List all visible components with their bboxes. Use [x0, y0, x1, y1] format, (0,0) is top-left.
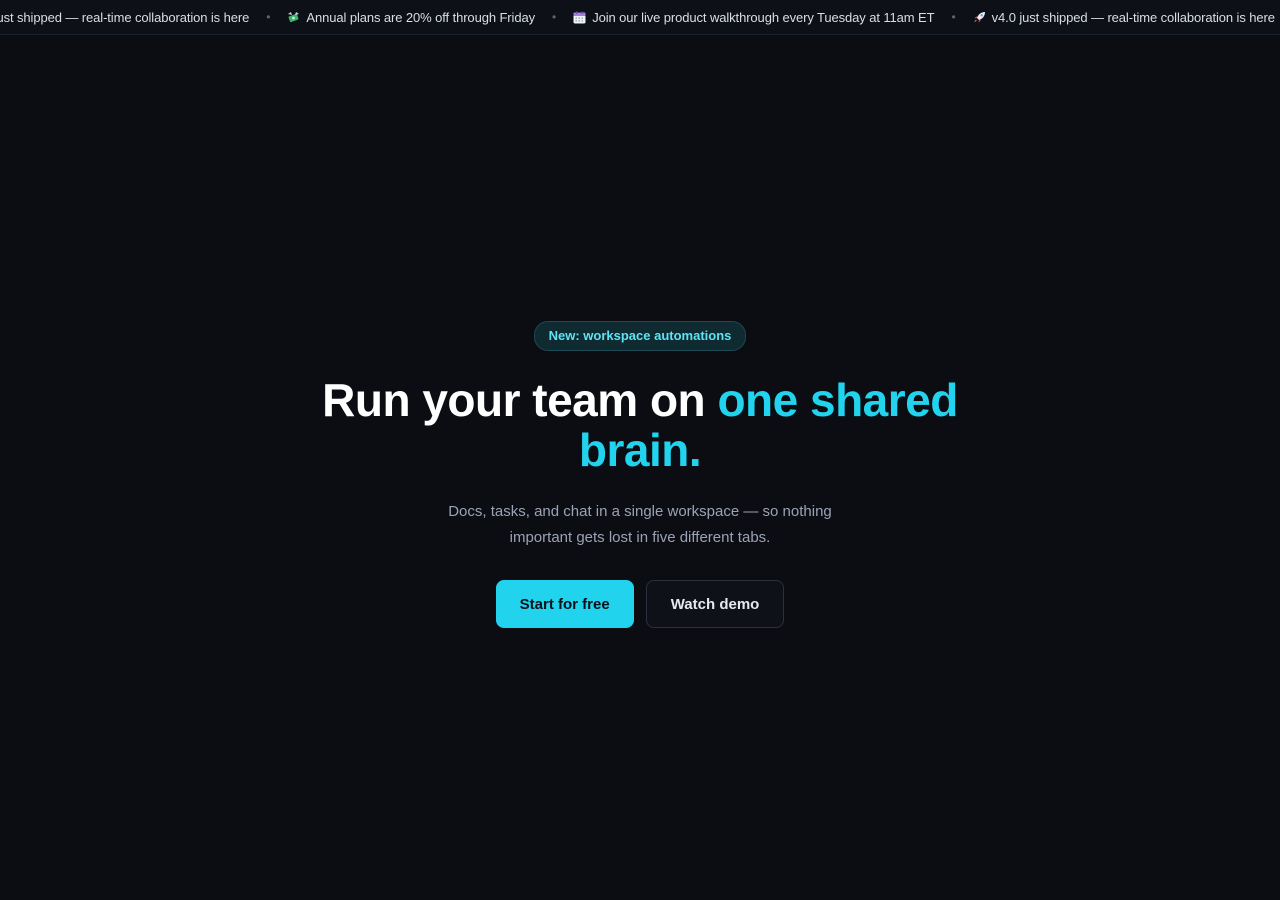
rocket-icon	[973, 11, 986, 24]
start-for-free-button[interactable]: Start for free	[495, 580, 634, 628]
ticker-item-text: v4.0 just shipped — real-time collaborat…	[0, 9, 250, 25]
hero-subtitle: Docs, tasks, and chat in a single worksp…	[448, 503, 832, 546]
cta-row: Start for free Watch demo	[0, 580, 1280, 628]
ticker-track: v4.0 just shipped — real-time collaborat…	[0, 0, 1275, 34]
ticker-item-text: Annual plans are 20% off through Friday	[306, 9, 535, 25]
announcement-badge[interactable]: New: workspace automations	[533, 321, 747, 351]
ticker-item[interactable]: v4.0 just shipped — real-time collaborat…	[973, 10, 1275, 25]
ticker-item[interactable]: Join our live product walkthrough every …	[573, 9, 935, 25]
money-with-wings-icon	[287, 11, 300, 24]
announcement-ticker: v4.0 just shipped — real-time collaborat…	[0, 0, 1280, 35]
ticker-separator: •	[951, 10, 956, 24]
ticker-item-text: Join our live product walkthrough every …	[592, 9, 935, 25]
ticker-item[interactable]: Annual plans are 20% off through Friday	[287, 10, 535, 25]
ticker-separator: •	[266, 10, 271, 24]
headline-text: Run your team on	[322, 374, 718, 426]
ticker-item[interactable]: v4.0 just shipped — real-time collaborat…	[0, 10, 249, 25]
hero-section: New: workspace automations Run your team…	[0, 321, 1280, 628]
ticker-item-text: v4.0 just shipped — real-time collaborat…	[991, 9, 1275, 25]
watch-demo-button[interactable]: Watch demo	[645, 580, 785, 628]
hero-headline: Run your team on one shared brain.	[280, 375, 1000, 475]
calendar-icon	[573, 11, 586, 24]
ticker-separator: •	[552, 10, 557, 24]
